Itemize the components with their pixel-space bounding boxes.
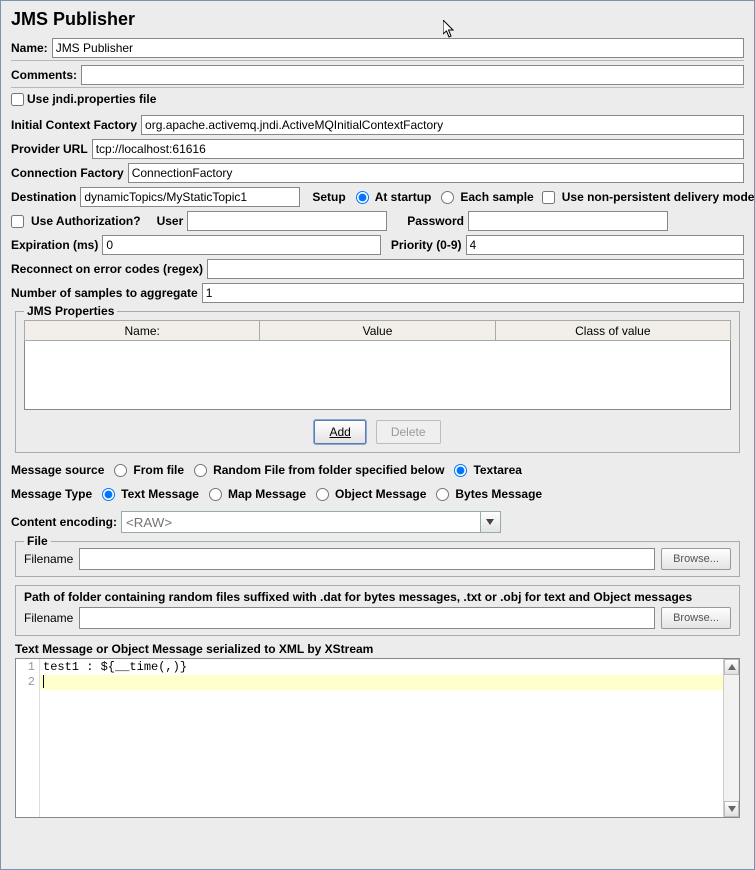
code-line-2 <box>40 675 723 690</box>
destination-label: Destination <box>11 190 76 204</box>
msg-type-opt-2: Object Message <box>335 487 426 501</box>
editor-label: Text Message or Object Message serialize… <box>15 642 740 656</box>
folder-browse-button[interactable]: Browse... <box>661 607 731 629</box>
comments-input[interactable] <box>81 65 744 85</box>
folder-fieldset: Path of folder containing random files s… <box>15 585 740 636</box>
msg-source-radio-file[interactable] <box>114 464 127 477</box>
add-button[interactable]: Add <box>314 420 365 444</box>
conn-factory-input[interactable] <box>128 163 744 183</box>
comments-label: Comments: <box>11 68 77 82</box>
expiration-input[interactable] <box>102 235 380 255</box>
msg-source-radio-textarea[interactable] <box>454 464 467 477</box>
setup-option-1: Each sample <box>460 190 533 204</box>
encoding-input[interactable] <box>121 511 481 533</box>
user-label: User <box>157 214 184 228</box>
msg-type-radio-text[interactable] <box>102 488 115 501</box>
destination-input[interactable] <box>80 187 300 207</box>
msg-type-opt-0: Text Message <box>121 487 199 501</box>
aggregate-input[interactable] <box>202 283 744 303</box>
setup-radio-startup[interactable] <box>356 191 369 204</box>
non-persistent-checkbox[interactable] <box>542 191 555 204</box>
col-name: Name: <box>25 321 260 341</box>
file-legend: File <box>24 534 51 548</box>
conn-factory-label: Connection Factory <box>11 166 124 180</box>
use-jndi-checkbox[interactable] <box>11 93 24 106</box>
msg-source-radio-random[interactable] <box>194 464 207 477</box>
setup-option-0: At startup <box>375 190 432 204</box>
setup-label: Setup <box>312 190 345 204</box>
msg-type-radio-bytes[interactable] <box>436 488 449 501</box>
folder-filename-label: Filename <box>24 611 73 625</box>
provider-url-label: Provider URL <box>11 142 88 156</box>
msg-source-label: Message source <box>11 463 104 477</box>
use-auth-checkbox[interactable] <box>11 215 24 228</box>
encoding-label: Content encoding: <box>11 515 117 529</box>
name-input[interactable] <box>52 38 744 58</box>
col-value: Value <box>260 321 495 341</box>
reconnect-label: Reconnect on error codes (regex) <box>11 262 203 276</box>
expiration-label: Expiration (ms) <box>11 238 98 252</box>
use-jndi-label: Use jndi.properties file <box>27 92 156 106</box>
icf-label: Initial Context Factory <box>11 118 137 132</box>
delete-button: Delete <box>376 420 441 444</box>
jms-properties-fieldset: JMS Properties Name: Value Class of valu… <box>15 311 740 453</box>
msg-type-radio-object[interactable] <box>316 488 329 501</box>
filename-label: Filename <box>24 552 73 566</box>
password-input[interactable] <box>468 211 668 231</box>
scroll-up-icon[interactable] <box>724 659 739 675</box>
msg-source-opt-2: Textarea <box>473 463 521 477</box>
setup-radio-eachsample[interactable] <box>441 191 454 204</box>
priority-input[interactable] <box>466 235 744 255</box>
provider-url-input[interactable] <box>92 139 744 159</box>
message-editor[interactable]: 1 2 test1 : ${__time(,)} <box>15 658 740 818</box>
chevron-down-icon[interactable] <box>481 511 501 533</box>
use-auth-label: Use Authorization? <box>31 214 141 228</box>
scroll-down-icon[interactable] <box>724 801 739 817</box>
filename-input[interactable] <box>79 548 655 570</box>
msg-type-opt-1: Map Message <box>228 487 306 501</box>
priority-label: Priority (0-9) <box>391 238 462 252</box>
jms-properties-legend: JMS Properties <box>24 304 117 318</box>
folder-desc: Path of folder containing random files s… <box>24 590 731 604</box>
browse-button[interactable]: Browse... <box>661 548 731 570</box>
msg-type-opt-3: Bytes Message <box>455 487 542 501</box>
encoding-combo[interactable] <box>121 511 501 533</box>
msg-source-opt-0: From file <box>133 463 184 477</box>
icf-input[interactable] <box>141 115 744 135</box>
msg-source-opt-1: Random File from folder specified below <box>213 463 444 477</box>
folder-filename-input[interactable] <box>79 607 655 629</box>
password-label: Password <box>407 214 464 228</box>
editor-code[interactable]: test1 : ${__time(,)} <box>40 659 723 817</box>
reconnect-input[interactable] <box>207 259 744 279</box>
file-fieldset: File Filename Browse... <box>15 541 740 577</box>
aggregate-label: Number of samples to aggregate <box>11 286 198 300</box>
name-label: Name: <box>11 41 48 55</box>
msg-type-label: Message Type <box>11 487 92 501</box>
user-input[interactable] <box>187 211 387 231</box>
editor-gutter: 1 2 <box>16 659 40 817</box>
non-persistent-label: Use non-persistent delivery mode? <box>562 190 755 204</box>
code-line-1: test1 : ${__time(,)} <box>40 660 723 675</box>
col-class: Class of value <box>495 321 730 341</box>
jms-publisher-panel: JMS Publisher Name: Comments: Use jndi.p… <box>1 1 754 826</box>
msg-type-radio-map[interactable] <box>209 488 222 501</box>
jms-properties-table[interactable]: Name: Value Class of value <box>24 320 731 410</box>
page-title: JMS Publisher <box>11 9 744 30</box>
scrollbar[interactable] <box>723 659 739 817</box>
